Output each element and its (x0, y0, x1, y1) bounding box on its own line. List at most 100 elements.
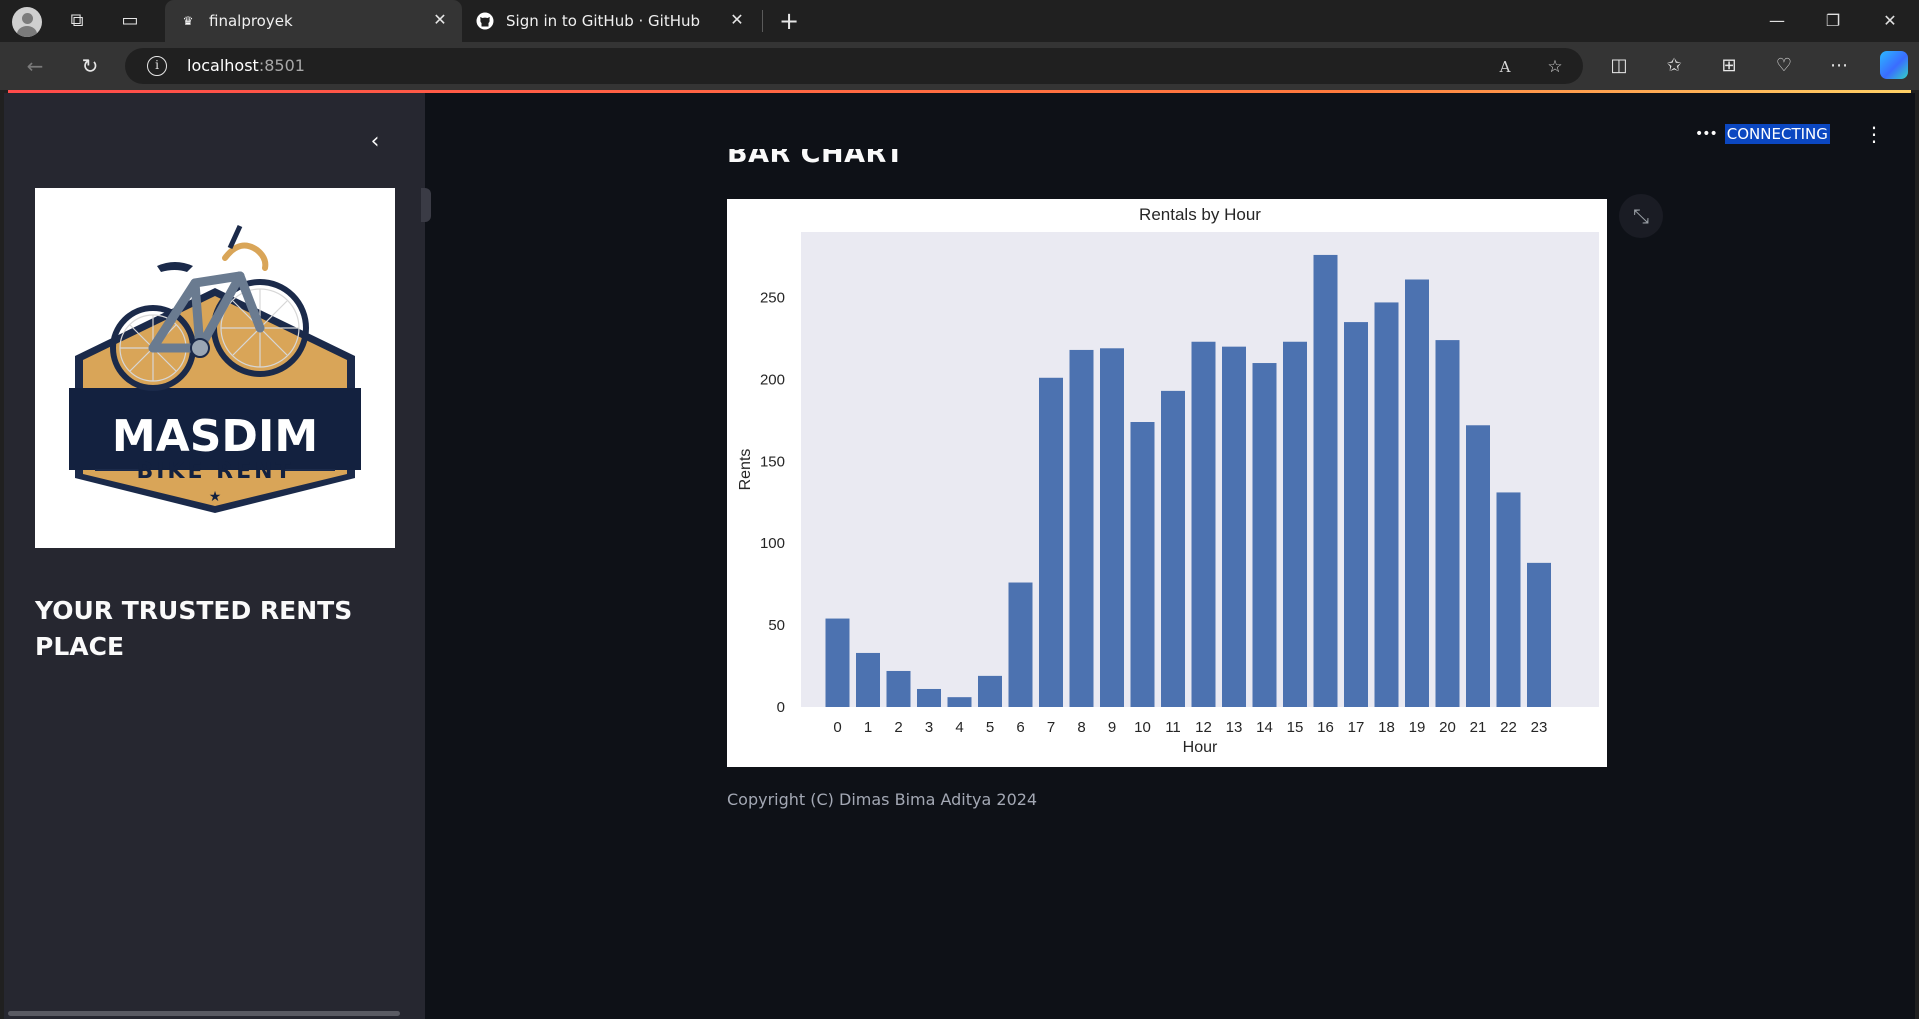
x-tick-label: 17 (1348, 719, 1365, 736)
x-tick-label: 10 (1134, 719, 1151, 736)
x-tick-label: 4 (955, 719, 963, 736)
chart-bar (947, 697, 972, 707)
x-tick-label: 9 (1108, 719, 1116, 736)
chart-bar (917, 688, 941, 707)
x-tick-label: 1 (864, 719, 872, 736)
y-tick-label: 50 (768, 617, 785, 634)
close-tab-icon[interactable]: ✕ (430, 10, 450, 30)
chart-bar (1039, 377, 1063, 707)
chart-bar (825, 618, 850, 707)
browser-toolbar: ← ↻ i localhost:8501 A ☆ ◫ ✩ ⊞ ♡ ⋯ (0, 42, 1919, 90)
favorites-icon[interactable]: ✩ (1660, 52, 1688, 80)
chart-bar (1435, 340, 1460, 707)
x-tick-label: 12 (1195, 719, 1212, 736)
logo-subtitle-text: BIKE RENT (136, 459, 293, 484)
app-page: ‹ MASDIM BIKE RENT ★ YOUR TRUSTED RENTS … (4, 93, 1915, 1019)
copilot-icon[interactable] (1880, 51, 1908, 79)
back-icon[interactable]: ← (20, 52, 50, 80)
fullscreen-expand-icon[interactable]: ⤡ (1619, 194, 1663, 238)
section-title: BAR CHART (727, 149, 905, 169)
x-tick-label: 6 (1016, 719, 1024, 736)
x-tick-label: 18 (1378, 719, 1395, 736)
x-tick-label: 2 (894, 719, 902, 736)
chart-bar (1252, 363, 1277, 707)
footer-copyright: Copyright (C) Dimas Bima Aditya 2024 (727, 790, 1038, 809)
rentals-by-hour-chart: 0 1 2 3 4 5 6 7 8 9 10 11 12 13 14 15 16 17 18 19 20 21 22 2305… (737, 205, 1599, 756)
chart-bar (1283, 341, 1307, 707)
chart-bar (978, 675, 1002, 707)
chart-bar (1130, 422, 1155, 707)
chart-bar (1008, 582, 1033, 707)
chart-bar (1313, 254, 1338, 707)
x-tick-label: 14 (1256, 719, 1273, 736)
favorite-star-icon[interactable]: ☆ (1543, 55, 1567, 79)
settings-more-icon[interactable]: ⋯ (1825, 52, 1853, 80)
chart-bar (1374, 302, 1399, 707)
x-tick-label: 21 (1470, 719, 1487, 736)
chart-bar (1069, 349, 1094, 707)
tab-divider (762, 10, 763, 32)
chart-bar (1527, 562, 1551, 707)
y-tick-label: 250 (760, 290, 785, 307)
x-tick-label: 16 (1317, 719, 1334, 736)
chart-bar (1405, 279, 1429, 707)
browser-tab-strip: ⧉ ▭ ♛ finalproyek ✕ Sign in to GitHub · … (0, 0, 1919, 42)
collections-icon[interactable]: ⊞ (1715, 52, 1743, 80)
main-menu-icon[interactable]: ⋮ (1864, 121, 1884, 147)
restore-icon[interactable]: ❐ (1816, 6, 1850, 36)
chart-bar (1496, 492, 1521, 707)
tab-github-signin[interactable]: Sign in to GitHub · GitHub ✕ (462, 0, 759, 42)
new-tab-icon[interactable]: + (776, 8, 802, 34)
chart-bar (886, 670, 911, 707)
streamlit-crown-icon: ♛ (182, 14, 194, 28)
y-tick-label: 100 (760, 535, 785, 552)
close-window-icon[interactable]: ✕ (1873, 6, 1907, 36)
chart-bar (1344, 322, 1368, 707)
refresh-icon[interactable]: ↻ (75, 52, 105, 80)
github-icon (476, 12, 494, 30)
x-tick-label: 11 (1165, 719, 1181, 736)
x-tick-label: 8 (1077, 719, 1085, 736)
x-tick-label: 5 (986, 719, 994, 736)
x-tick-label: 0 (833, 719, 841, 736)
address-bar[interactable]: i localhost:8501 A ☆ (125, 48, 1583, 84)
chart-bar (1466, 425, 1490, 707)
tab-title: finalproyek (209, 12, 293, 30)
chart-bar (1222, 346, 1246, 707)
chart-bar (1161, 390, 1185, 707)
x-axis-label: Hour (1183, 739, 1218, 756)
x-tick-label: 22 (1500, 719, 1517, 736)
logo-brand-text: MASDIM (112, 411, 318, 462)
chart-bar (856, 652, 880, 707)
x-tick-label: 3 (925, 719, 933, 736)
split-screen-icon[interactable]: ◫ (1605, 52, 1633, 80)
minimize-icon[interactable]: — (1760, 6, 1794, 36)
x-tick-label: 23 (1531, 719, 1548, 736)
running-dots-icon: ••• (1695, 126, 1718, 142)
site-info-icon[interactable]: i (147, 56, 167, 76)
sidebar-scrollbar[interactable] (8, 1011, 400, 1016)
chart-bar (1191, 341, 1216, 707)
x-tick-label: 13 (1226, 719, 1243, 736)
tab-actions-icon[interactable]: ▭ (117, 8, 143, 34)
tab-finalproyek[interactable]: ♛ finalproyek ✕ (165, 0, 462, 42)
x-tick-label: 15 (1287, 719, 1304, 736)
y-tick-label: 150 (760, 453, 785, 470)
sidebar-resize-handle[interactable] (421, 188, 431, 222)
profile-avatar-icon[interactable] (12, 7, 42, 37)
sidebar-tagline: YOUR TRUSTED RENTS PLACE (35, 596, 353, 661)
svg-text:★: ★ (209, 489, 222, 505)
chart-bar (1100, 348, 1124, 707)
masdim-logo: MASDIM BIKE RENT ★ (35, 188, 395, 548)
workspaces-icon[interactable]: ⧉ (64, 8, 90, 34)
x-tick-label: 7 (1047, 719, 1055, 736)
x-tick-label: 20 (1439, 719, 1456, 736)
browser-essentials-icon[interactable]: ♡ (1770, 52, 1798, 80)
bar-chart-figure: 0 1 2 3 4 5 6 7 8 9 10 11 12 13 14 15 16 17 18 19 20 21 22 23 0 5… (727, 199, 1607, 767)
close-tab-icon[interactable]: ✕ (727, 10, 747, 30)
read-aloud-icon[interactable]: A (1493, 55, 1517, 79)
connection-status-text: CONNECTING (1724, 124, 1830, 144)
tab-title: Sign in to GitHub · GitHub (506, 12, 701, 30)
y-tick-label: 0 (777, 699, 785, 716)
collapse-sidebar-icon[interactable]: ‹ (360, 127, 390, 157)
